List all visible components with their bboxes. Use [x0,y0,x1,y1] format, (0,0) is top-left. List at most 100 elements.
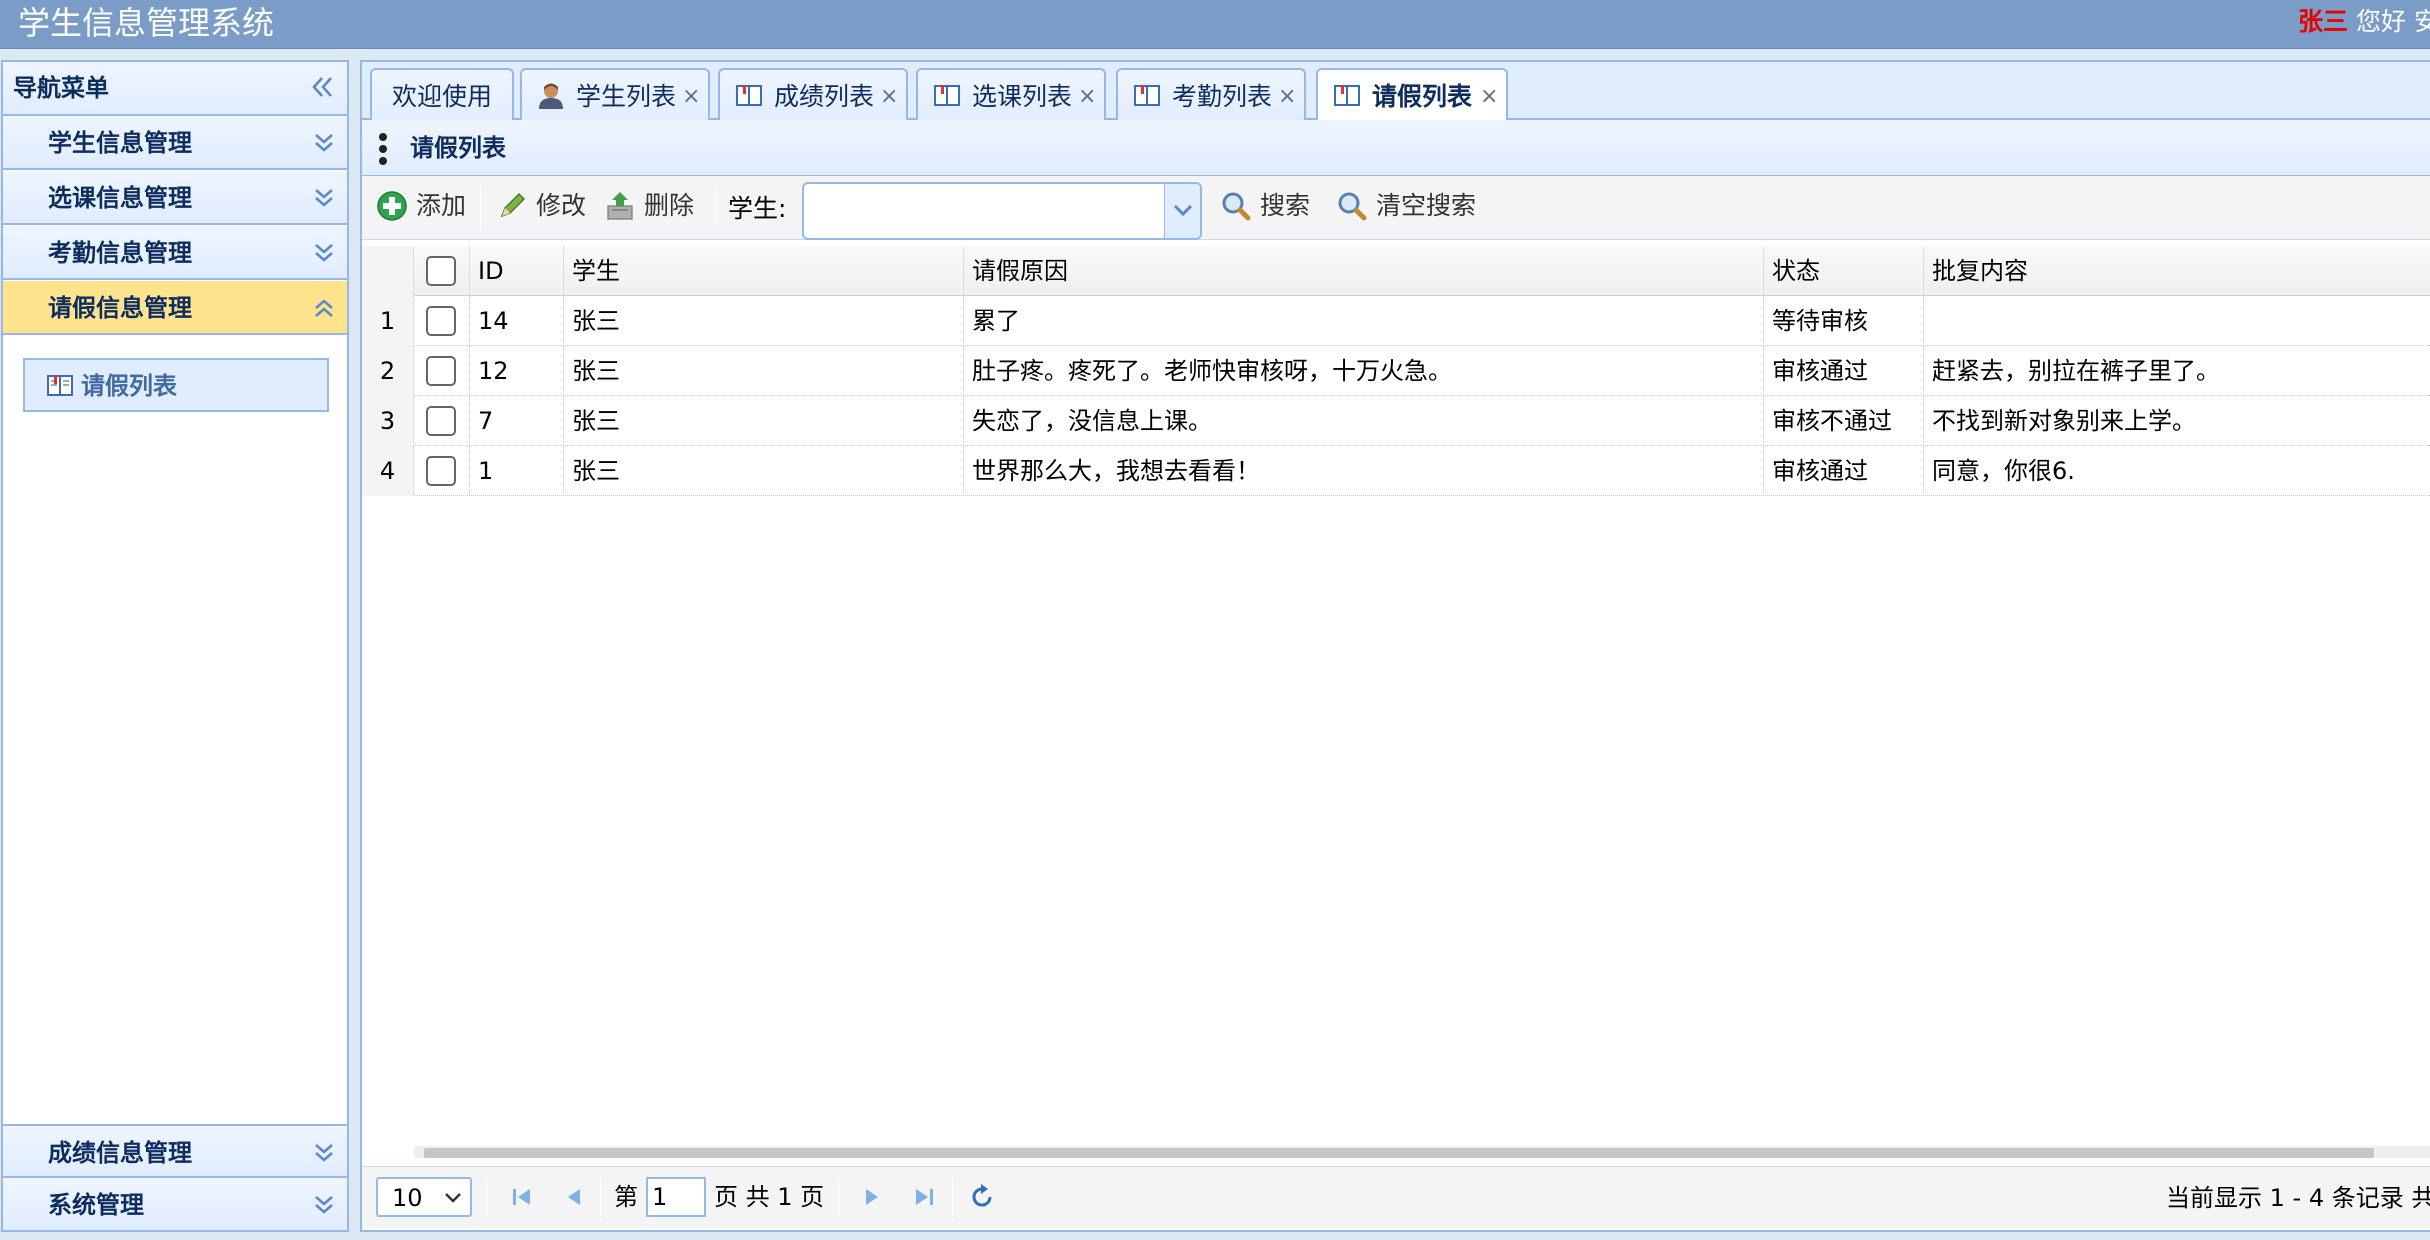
leave-list-panel: 请假列表 添加 修改 删除 学生: 搜索 清空搜索 ID 学生 请假原因 状态 … [360,120,2430,1232]
tab-student-list[interactable]: 学生列表 × [520,68,710,122]
row-select-cell [414,346,470,396]
next-page-icon[interactable] [856,1181,888,1213]
tab-grade-list[interactable]: 成绩列表 × [718,68,908,122]
search-label: 搜索 [1260,191,1311,220]
greeting-extra-text[interactable]: 安 [2414,7,2430,36]
edit-button[interactable]: 修改 [496,184,592,228]
nav-section-grades[interactable]: 成绩信息管理 [3,1124,347,1178]
tab-leave-list[interactable]: 请假列表 × [1316,68,1508,124]
panel-header: 请假列表 [362,120,2430,176]
cell-reason: 失恋了，没信息上课。 [964,396,1764,446]
table-row[interactable]: 4 1 张三 世界那么大，我想去看看！ 审核通过 同意，你很6. [362,446,2430,496]
tab-label: 成绩列表 [774,82,875,111]
double-chevron-down-icon[interactable] [309,183,339,213]
horizontal-scrollbar[interactable] [414,1146,2430,1158]
row-number: 4 [362,446,414,496]
book-icon [1134,85,1160,106]
tab-course-list[interactable]: 选课列表 × [916,68,1106,122]
nav-section-label: 系统管理 [48,1191,144,1219]
pager-separator [838,1177,839,1221]
add-button[interactable]: 添加 [376,184,472,228]
nav-menu-panel: 导航菜单 学生信息管理 选课信息管理 考勤信息管理 请假信息管理 请假列表 成绩… [1,60,349,1232]
select-all-cell [414,246,470,296]
row-checkbox[interactable] [426,356,456,386]
pagination-bar: 10 第 页 共 1 页 当前显示 1 - 4 条记录 共 [362,1166,2430,1228]
search-icon [1338,192,1367,221]
nav-section-student-info[interactable]: 学生信息管理 [3,116,347,170]
delete-icon [607,192,633,220]
close-icon[interactable]: × [1078,82,1096,112]
cell-student: 张三 [564,396,964,446]
page-size-value: 10 [392,1184,423,1212]
student-search-input[interactable] [812,196,1152,226]
row-select-cell [414,396,470,446]
table-row[interactable]: 1 14 张三 累了 等待审核 [362,296,2430,346]
cell-student: 张三 [564,346,964,396]
user-icon [539,83,563,109]
cell-reason: 世界那么大，我想去看看！ [964,446,1764,496]
double-chevron-down-icon[interactable] [309,1190,339,1220]
clear-search-button[interactable]: 清空搜索 [1336,184,1484,228]
greeting-text: 您好 [2355,7,2406,36]
column-header-reply[interactable]: 批复内容 [1924,246,2430,296]
student-combobox[interactable] [802,182,1202,240]
tab-strip: 欢迎使用 学生列表 × 成绩列表 × 选课列表 × 考勤列表 × 请假列表 × [360,60,2430,124]
column-header-reason[interactable]: 请假原因 [964,246,1764,296]
first-page-icon[interactable] [506,1181,538,1213]
last-page-icon[interactable] [908,1181,940,1213]
nav-section-leave[interactable]: 请假信息管理 [3,281,347,335]
close-icon[interactable]: × [1480,82,1498,112]
double-chevron-up-icon[interactable] [309,293,339,323]
refresh-icon[interactable] [966,1181,998,1213]
row-number: 1 [362,296,414,346]
column-header-student[interactable]: 学生 [564,246,964,296]
cell-student: 张三 [564,296,964,346]
cell-status: 等待审核 [1764,296,1924,346]
table-row[interactable]: 3 7 张三 失恋了，没信息上课。 审核不通过 不找到新对象别来上学。 [362,396,2430,446]
double-chevron-down-icon[interactable] [309,238,339,268]
cell-status: 审核通过 [1764,346,1924,396]
chevron-down-icon [445,1193,461,1203]
chevron-down-icon [1173,204,1193,217]
close-icon[interactable]: × [1278,82,1296,112]
tab-welcome[interactable]: 欢迎使用 [370,68,514,122]
double-chevron-down-icon[interactable] [309,128,339,158]
add-label: 添加 [416,191,467,220]
clear-search-label: 清空搜索 [1376,191,1477,220]
grid-header-row: ID 学生 请假原因 状态 批复内容 [362,246,2430,296]
nav-link-label: 请假列表 [81,372,177,400]
row-checkbox[interactable] [426,306,456,336]
row-checkbox[interactable] [426,406,456,436]
book-icon [47,375,73,396]
user-greeting: 张三 您好 安 [2298,6,2430,38]
previous-page-icon[interactable] [558,1181,590,1213]
nav-link-leave-list[interactable]: 请假列表 [23,358,329,412]
cell-reason: 肚子疼。疼死了。老师快审核呀，十万火急。 [964,346,1764,396]
student-filter-label: 学生: [728,194,787,223]
tab-attendance-list[interactable]: 考勤列表 × [1116,68,1306,122]
cell-reply: 不找到新对象别来上学。 [1932,407,2196,435]
nav-section-label: 考勤信息管理 [48,239,192,267]
nav-section-system[interactable]: 系统管理 [3,1178,347,1232]
nav-menu-title: 导航菜单 [13,74,109,102]
delete-button[interactable]: 删除 [604,184,700,228]
table-row[interactable]: 2 12 张三 肚子疼。疼死了。老师快审核呀，十万火急。 审核通过 赶紧去，别拉… [362,346,2430,396]
close-icon[interactable]: × [880,82,898,112]
nav-section-attendance[interactable]: 考勤信息管理 [3,226,347,280]
nav-section-course-selection[interactable]: 选课信息管理 [3,171,347,225]
combobox-dropdown-button[interactable] [1164,184,1200,238]
scrollbar-thumb[interactable] [424,1148,2374,1158]
row-checkbox[interactable] [426,456,456,486]
column-header-id[interactable]: ID [470,246,564,296]
pager-separator [600,1177,601,1221]
nav-section-label: 学生信息管理 [48,129,192,157]
vertical-dots-icon[interactable] [378,132,388,166]
page-size-select[interactable]: 10 [376,1177,472,1217]
page-number-input[interactable] [646,1177,706,1217]
close-icon[interactable]: × [682,82,700,112]
column-header-status[interactable]: 状态 [1764,246,1924,296]
search-button[interactable]: 搜索 [1220,184,1320,228]
double-chevron-down-icon[interactable] [309,1138,339,1168]
select-all-checkbox[interactable] [426,256,456,286]
double-chevron-left-icon[interactable] [307,72,337,102]
